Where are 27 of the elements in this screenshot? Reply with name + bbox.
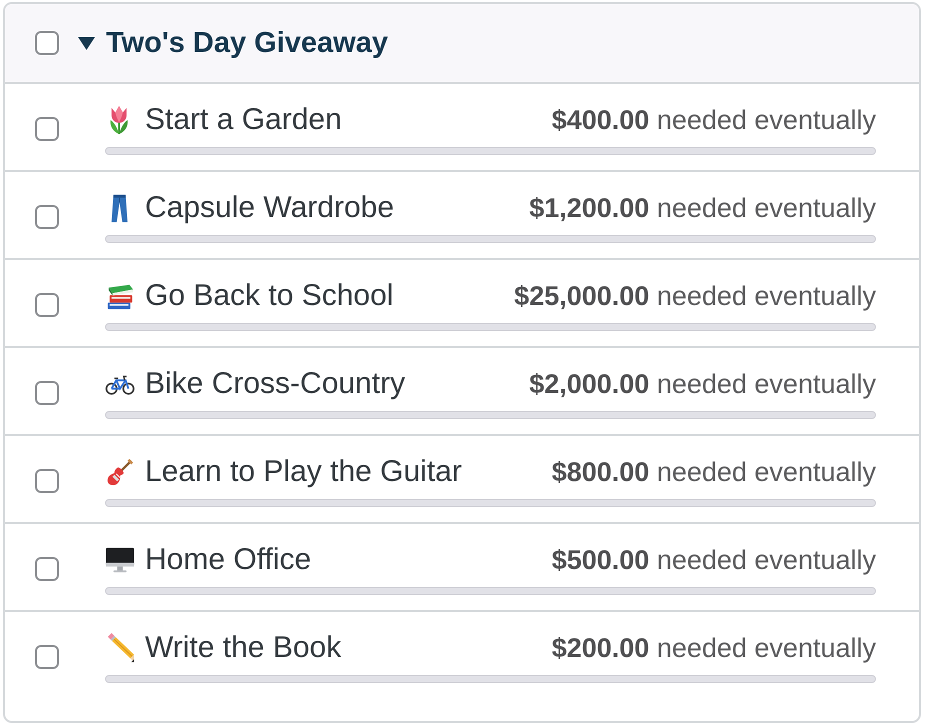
checkbox[interactable] — [35, 31, 59, 55]
goal-amount: $500.00 needed eventually — [552, 544, 876, 576]
goal-title: Learn to Play the Guitar — [145, 455, 462, 489]
goal-title: Bike Cross-Country — [145, 367, 406, 401]
goal-amount: $400.00 needed eventually — [552, 104, 876, 136]
pencil-icon — [105, 633, 135, 663]
computer-icon — [105, 545, 135, 575]
goal-title: Go Back to School — [145, 279, 394, 313]
goal-amount: $2,000.00 needed eventually — [529, 368, 876, 400]
checkbox[interactable] — [35, 557, 59, 581]
checkbox[interactable] — [35, 205, 59, 229]
goal-amount: $800.00 needed eventually — [552, 456, 876, 488]
goal-title: Capsule Wardrobe — [145, 191, 394, 225]
goal-amount: $200.00 needed eventually — [552, 632, 876, 664]
checkbox[interactable] — [35, 293, 59, 317]
group-title: Two's Day Giveaway — [106, 26, 388, 60]
goal-amount: $1,200.00 needed eventually — [529, 192, 876, 224]
guitar-icon — [105, 457, 135, 487]
checkbox[interactable] — [35, 469, 59, 493]
caret-icon[interactable] — [78, 36, 95, 50]
goal-title: Start a Garden — [145, 103, 342, 137]
goal-title: Write the Book — [145, 631, 342, 665]
checkbox[interactable] — [35, 117, 59, 141]
goal-amount: $25,000.00 needed eventually — [514, 280, 876, 312]
goal-title: Home Office — [145, 543, 312, 577]
checkbox[interactable] — [35, 645, 59, 669]
checkbox[interactable] — [35, 381, 59, 405]
